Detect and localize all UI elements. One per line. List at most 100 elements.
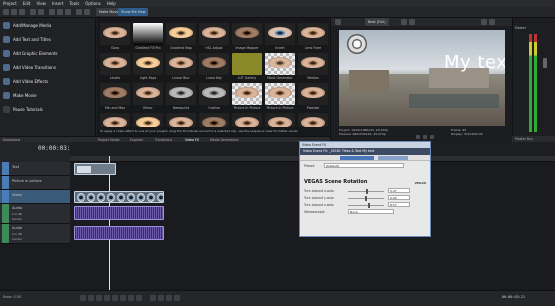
paste-icon[interactable] xyxy=(65,9,71,15)
fx-thumb-gradient-fill[interactable] xyxy=(133,23,163,45)
fx-thumb-outline[interactable] xyxy=(199,83,229,105)
fx-thumb[interactable] xyxy=(298,113,328,127)
fx-thumb-levels[interactable] xyxy=(100,53,130,75)
edit-tool-icon[interactable] xyxy=(150,295,156,301)
master-bus-panel: Master xyxy=(512,18,555,142)
left-meter xyxy=(529,34,532,132)
loop-icon[interactable] xyxy=(88,295,94,301)
display-value: 372x209x32 xyxy=(463,132,483,136)
pause-icon[interactable] xyxy=(423,135,427,139)
show-me-how-button[interactable]: Show Me How xyxy=(118,8,149,16)
snap-icon[interactable] xyxy=(158,295,164,301)
copy-snapshot-icon[interactable] xyxy=(481,19,487,25)
render-icon[interactable] xyxy=(84,9,90,15)
media-item-add-manage-media[interactable]: Add/Manage Media xyxy=(3,20,93,31)
preview-quality-select[interactable]: Best (Full) xyxy=(365,18,389,26)
new-icon[interactable] xyxy=(3,9,9,15)
fx-thumb-luma-key[interactable] xyxy=(199,53,229,75)
stereoscopic-select[interactable]: None xyxy=(348,209,394,214)
ripple-icon[interactable] xyxy=(166,295,172,301)
fx-thumb-glow[interactable] xyxy=(100,23,130,45)
media-item-pause-tutorials[interactable]: Pause Tutorials xyxy=(3,104,93,115)
text-clip[interactable] xyxy=(74,163,116,175)
media-item-add-transitions[interactable]: Add Video Transitions xyxy=(3,62,93,73)
menu-tools[interactable]: Tools xyxy=(69,0,79,7)
play-icon[interactable] xyxy=(416,135,420,139)
fx-thumb-linear-blur[interactable] xyxy=(166,53,196,75)
track-header-text[interactable]: Text xyxy=(0,162,70,176)
stop-icon[interactable] xyxy=(430,135,434,139)
fx-thumb-hsl-adjust[interactable] xyxy=(199,23,229,45)
z-axis-value[interactable]: 8.57 xyxy=(388,202,410,207)
audio-clip-2[interactable] xyxy=(74,226,164,240)
fx-thumb-image-mapper[interactable] xyxy=(232,23,262,45)
video-clip[interactable] xyxy=(74,191,164,203)
copy-icon[interactable] xyxy=(57,9,63,15)
menu-view[interactable]: View xyxy=(36,0,46,7)
audio-clip-1[interactable] xyxy=(74,206,164,220)
fx-thumb-pip-1[interactable] xyxy=(232,83,262,105)
record-icon[interactable] xyxy=(80,295,86,301)
track-header-pip[interactable]: Picture in picture xyxy=(0,176,70,190)
fx-thumb-mask-generator[interactable] xyxy=(265,53,295,75)
media-item-add-graphic[interactable]: Add Graphic Elements xyxy=(3,48,93,59)
fx-thumb[interactable] xyxy=(199,113,229,127)
fx-label: Picture in Picture xyxy=(233,106,261,110)
undo-icon[interactable] xyxy=(30,9,36,15)
go-to-start-icon[interactable] xyxy=(128,295,134,301)
media-item-add-effects[interactable]: Add Video Effects xyxy=(3,76,93,87)
pause-icon[interactable] xyxy=(112,295,118,301)
split-icon[interactable] xyxy=(401,19,407,25)
track-header-audio-2[interactable]: Audio 0.0 dB Center xyxy=(0,224,70,244)
timeline-header: 00:00:03:21 xyxy=(0,142,78,162)
fx-thumb-light-rays[interactable] xyxy=(133,53,163,75)
stop-icon[interactable] xyxy=(120,295,126,301)
y-axis-slider[interactable] xyxy=(348,196,384,201)
settings-icon[interactable] xyxy=(76,9,82,15)
fx-thumb[interactable] xyxy=(232,113,262,127)
fx-thumb-lut-gallery[interactable] xyxy=(232,53,262,75)
z-axis-slider[interactable] xyxy=(348,203,384,208)
go-to-end-icon[interactable] xyxy=(136,295,142,301)
media-item-label: Make Movie xyxy=(13,93,37,98)
track-header-audio-1[interactable]: Audio 0.0 dB Center xyxy=(0,204,70,224)
fx-thumb-pixelate[interactable] xyxy=(298,83,328,105)
media-item-make-movie[interactable]: Make Movie xyxy=(3,90,93,101)
lock-icon[interactable] xyxy=(174,295,180,301)
x-axis-slider[interactable] xyxy=(348,189,384,194)
save-snapshot-icon[interactable] xyxy=(489,19,495,25)
preview-frame[interactable]: My text xyxy=(339,30,505,126)
fx-thumb-pip-2[interactable] xyxy=(265,83,295,105)
preset-select[interactable]: (Default) xyxy=(324,163,404,168)
fx-thumb-invert[interactable] xyxy=(265,23,295,45)
fx-thumb-min-max[interactable] xyxy=(100,83,130,105)
menu-insert[interactable]: Insert xyxy=(52,0,63,7)
menu-options[interactable]: Options xyxy=(85,0,100,7)
menu-help[interactable]: Help xyxy=(107,0,116,7)
fx-thumb[interactable] xyxy=(166,113,196,127)
play-icon[interactable] xyxy=(104,295,110,301)
fx-thumb-lens-flare[interactable] xyxy=(298,23,328,45)
cut-icon[interactable] xyxy=(49,9,55,15)
media-item-add-text[interactable]: Add Text and Titles xyxy=(3,34,93,45)
fx-thumb-median[interactable] xyxy=(298,53,328,75)
save-icon[interactable] xyxy=(19,9,25,15)
fx-thumb-newsprint[interactable] xyxy=(166,83,196,105)
track-header-video[interactable]: Video xyxy=(0,190,70,204)
play-from-start-icon[interactable] xyxy=(96,295,102,301)
fx-thumb[interactable] xyxy=(100,113,130,127)
menu-project[interactable]: Project xyxy=(3,0,17,7)
overlay-icon[interactable] xyxy=(409,19,415,25)
open-icon[interactable] xyxy=(11,9,17,15)
x-axis-value[interactable]: 5.07 xyxy=(388,188,410,193)
y-axis-value[interactable]: 0.00 xyxy=(388,195,410,200)
menu-edit[interactable]: Edit xyxy=(23,0,31,7)
settings-icon[interactable] xyxy=(335,19,341,25)
fx-thumb[interactable] xyxy=(133,113,163,127)
fx-thumb-gradient-map[interactable] xyxy=(166,23,196,45)
playhead[interactable] xyxy=(109,156,110,290)
redo-icon[interactable] xyxy=(38,9,44,15)
master-fader[interactable] xyxy=(543,58,547,68)
fx-thumb-mirror[interactable] xyxy=(133,83,163,105)
fx-thumb[interactable] xyxy=(265,113,295,127)
